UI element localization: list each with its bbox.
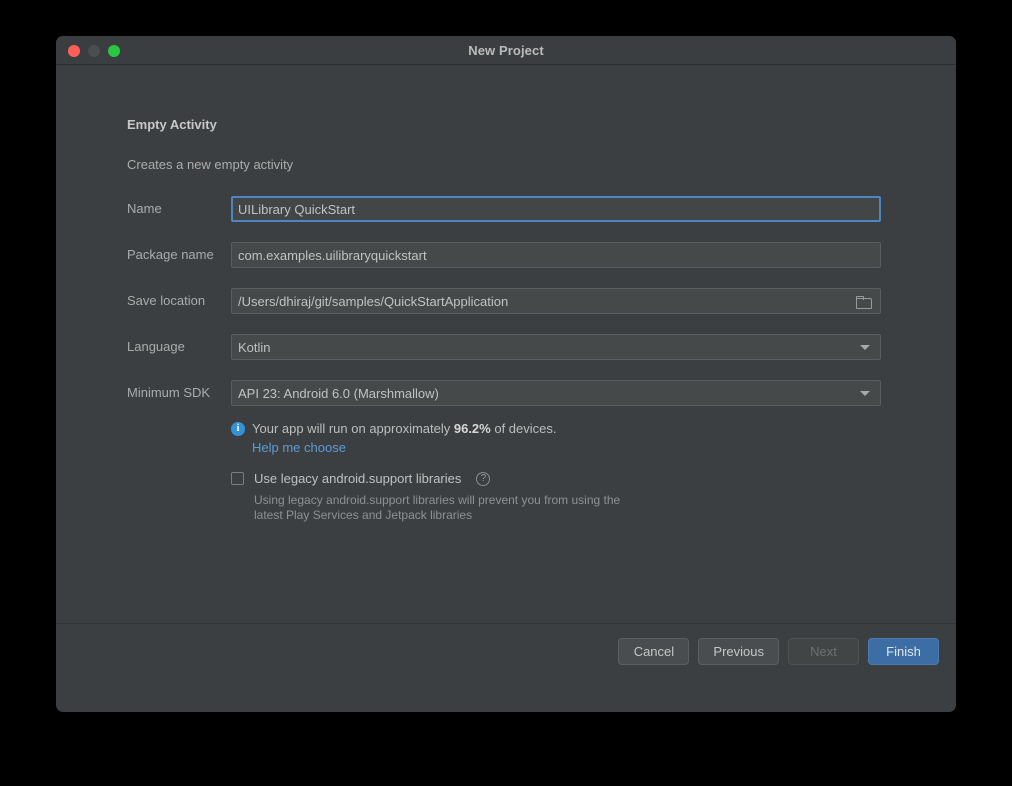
button-bar: Cancel Previous Next Finish [618, 638, 939, 665]
window-title: New Project [468, 43, 544, 58]
folder-icon [856, 295, 872, 309]
previous-button[interactable]: Previous [698, 638, 779, 665]
minimum-sdk-dropdown-value: API 23: Android 6.0 (Marshmallow) [238, 385, 439, 401]
device-coverage-text-after: of devices. [490, 421, 557, 436]
device-coverage-line: i Your app will run on approximately 96.… [231, 420, 831, 438]
legacy-libraries-row[interactable]: Use legacy android.support libraries ? [231, 471, 851, 486]
info-icon: i [231, 422, 245, 436]
device-coverage-percent: 96.2% [453, 421, 491, 436]
device-coverage-text-before: Your app will run on approximately [252, 421, 454, 436]
page-title: Empty Activity [127, 117, 217, 132]
legacy-libraries-block: Use legacy android.support libraries ? U… [231, 471, 851, 523]
help-me-choose-link[interactable]: Help me choose [252, 440, 831, 455]
save-location-input-value: /Users/dhiraj/git/samples/QuickStartAppl… [238, 293, 509, 309]
next-button: Next [788, 638, 859, 665]
minimum-sdk-dropdown[interactable]: API 23: Android 6.0 (Marshmallow) [231, 380, 881, 406]
form-row-name: Name UILibrary QuickStart [127, 196, 881, 222]
use-legacy-libraries-label: Use legacy android.support libraries [254, 471, 462, 486]
browse-folder-button[interactable] [852, 290, 874, 312]
chevron-down-icon [860, 344, 870, 350]
save-location-input[interactable]: /Users/dhiraj/git/samples/QuickStartAppl… [231, 288, 881, 314]
new-project-dialog: New Project Empty Activity Creates a new… [56, 36, 956, 712]
label-language: Language [127, 339, 185, 354]
language-dropdown-value: Kotlin [238, 339, 271, 355]
device-coverage-text: Your app will run on approximately 96.2%… [252, 420, 557, 438]
language-dropdown[interactable]: Kotlin [231, 334, 881, 360]
legacy-libraries-description: Using legacy android.support libraries w… [254, 493, 621, 522]
cancel-button[interactable]: Cancel [618, 638, 690, 665]
package-name-input-value: com.examples.uilibraryquickstart [238, 247, 427, 263]
form-row-language: Language Kotlin [127, 334, 881, 360]
titlebar: New Project [56, 36, 956, 65]
use-legacy-libraries-checkbox[interactable] [231, 472, 244, 485]
device-coverage-info: i Your app will run on approximately 96.… [231, 420, 831, 455]
label-save-location: Save location [127, 293, 206, 308]
help-question-icon[interactable]: ? [476, 471, 491, 486]
chevron-down-icon [860, 390, 870, 396]
label-name: Name [127, 201, 162, 216]
package-name-input[interactable]: com.examples.uilibraryquickstart [231, 242, 881, 268]
form-row-save-location: Save location /Users/dhiraj/git/samples/… [127, 288, 881, 314]
name-input-value: UILibrary QuickStart [238, 201, 356, 217]
form-row-package-name: Package name com.examples.uilibraryquick… [127, 242, 881, 268]
name-input[interactable]: UILibrary QuickStart [231, 196, 881, 222]
label-minimum-sdk: Minimum SDK [127, 385, 211, 400]
dialog-body: Empty Activity Creates a new empty activ… [56, 65, 956, 682]
finish-button[interactable]: Finish [868, 638, 939, 665]
dialog-footer: Cancel Previous Next Finish [56, 623, 956, 682]
form-row-minimum-sdk: Minimum SDK API 23: Android 6.0 (Marshma… [127, 380, 881, 406]
label-package-name: Package name [127, 247, 214, 262]
template-description: Creates a new empty activity [127, 157, 294, 172]
